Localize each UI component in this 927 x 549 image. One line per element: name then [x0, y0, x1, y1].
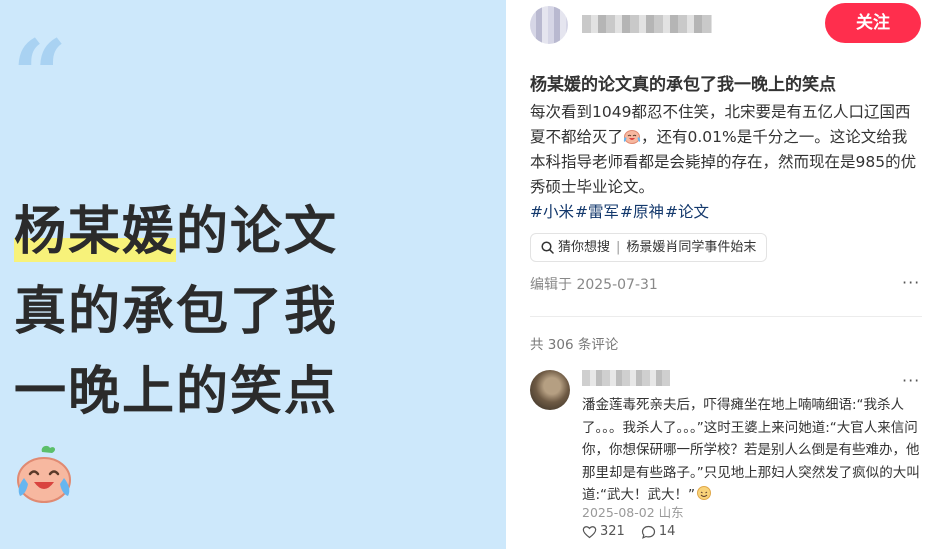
note-body: 每次看到1049都忍不住笑，北宋要是有五亿人口辽国西夏不都给灭了 ，还有0.01… — [530, 100, 922, 225]
edit-date: 编辑于 2025-07-31 — [530, 277, 658, 293]
follow-button[interactable]: 关注 — [825, 3, 921, 43]
reply-count: 14 — [658, 524, 676, 539]
comment-text: 潘金莲毒死亲夫后，吓得瘫坐在地上喃喃细语:“我杀人了。。。我杀人了。。。”这时王… — [582, 394, 922, 507]
note-more-icon[interactable]: ··· — [902, 273, 920, 292]
commenter-name-blurred[interactable] — [582, 370, 670, 386]
cover-title-line-2: 真的承包了我 — [14, 282, 339, 342]
smile-emoji-icon — [697, 486, 712, 500]
search-chip-separator: | — [616, 240, 621, 255]
commenter-avatar[interactable] — [530, 370, 570, 410]
like-button[interactable]: 321 — [582, 524, 625, 539]
note-page: “ 杨某媛的论文 真的承包了我 一晚上的笑点 关注 杨某媛的论文真的承包了我一晚… — [0, 0, 927, 549]
reply-button[interactable]: 14 — [641, 524, 676, 539]
note-title: 杨某媛的论文真的承包了我一晚上的笑点 — [530, 75, 836, 95]
tag-xiaomi[interactable]: #小米 — [530, 203, 574, 221]
like-count: 321 — [600, 524, 625, 539]
comment-body: 潘金莲毒死亲夫后，吓得瘫坐在地上喃喃细语:“我杀人了。。。我杀人了。。。”这时王… — [582, 397, 920, 503]
cover-title-highlight: 杨某媛 — [14, 202, 177, 262]
cover-title: 杨某媛的论文 真的承包了我 一晚上的笑点 — [14, 192, 494, 432]
quote-mark-icon: “ — [12, 19, 68, 132]
divider — [530, 316, 922, 317]
tag-genshin[interactable]: #原神 — [620, 203, 664, 221]
cover-title-line-3: 一晚上的笑点 — [14, 362, 339, 422]
cover-title-line-1-rest: 的论文 — [176, 202, 339, 262]
author-avatar[interactable] — [530, 6, 568, 44]
tag-thesis[interactable]: #论文 — [665, 203, 709, 221]
tag-list: #小米#雷军#原神#论文 — [530, 200, 922, 225]
note-detail-panel: 关注 杨某媛的论文真的承包了我一晚上的笑点 每次看到1049都忍不住笑，北宋要是… — [506, 0, 927, 549]
search-chip-query: 杨景媛肖同学事件始末 — [626, 240, 757, 255]
comment-date-location: 2025-08-02 山东 — [582, 505, 684, 520]
crying-laughing-emoji-icon — [623, 130, 641, 144]
crying-laughing-emoji-icon — [17, 445, 71, 503]
comment-bubble-icon — [641, 525, 655, 539]
heart-icon — [582, 525, 597, 538]
cover-image[interactable]: “ 杨某媛的论文 真的承包了我 一晚上的笑点 — [0, 0, 506, 549]
search-icon — [541, 241, 554, 254]
author-name-blurred[interactable] — [582, 15, 712, 33]
comment-count: 共 306 条评论 — [530, 337, 619, 353]
search-suggestion-chip[interactable]: 猜你想搜 | 杨景媛肖同学事件始末 — [530, 233, 768, 262]
comment-more-icon[interactable]: ··· — [902, 371, 920, 390]
comment-actions: 321 14 — [582, 524, 691, 539]
tag-leijun[interactable]: #雷军 — [575, 203, 619, 221]
search-chip-prefix: 猜你想搜 — [558, 240, 611, 255]
